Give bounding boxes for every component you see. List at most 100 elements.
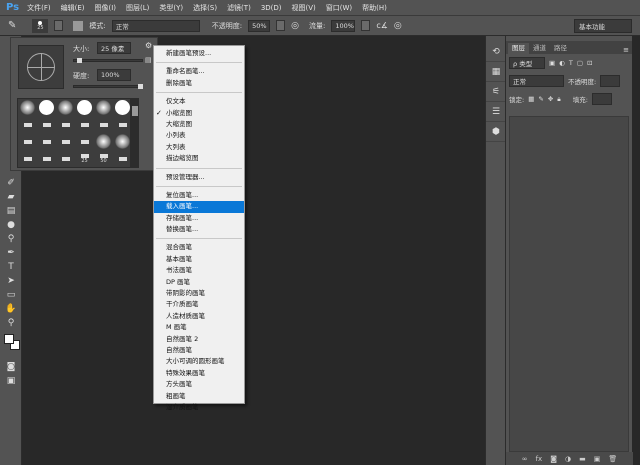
menu-item[interactable]: 大缩览图 — [154, 119, 244, 130]
brush-tip[interactable] — [37, 150, 56, 167]
trash-icon[interactable]: 🗑︎ — [608, 455, 617, 463]
brush-tip[interactable] — [75, 99, 94, 116]
filter-kind-select[interactable]: ρ 类型 — [509, 57, 545, 69]
brush-tip[interactable] — [56, 99, 75, 116]
brush-tip[interactable] — [113, 99, 132, 116]
brush-tip[interactable] — [37, 133, 56, 150]
brush-tip[interactable] — [56, 133, 75, 150]
menu-4[interactable]: 类型(Y) — [159, 3, 183, 13]
menu-9[interactable]: 窗口(W) — [326, 3, 352, 13]
menu-7[interactable]: 3D(D) — [261, 4, 282, 12]
pen-icon[interactable]: ✒ — [0, 246, 22, 260]
hardness-slider-thumb[interactable] — [138, 84, 143, 89]
menu-item[interactable]: 混合画笔 — [154, 242, 244, 253]
menu-item[interactable]: M 画笔 — [154, 322, 244, 333]
menu-10[interactable]: 帮助(H) — [362, 3, 387, 13]
brush-tip[interactable] — [94, 116, 113, 133]
brush-tip[interactable] — [75, 133, 94, 150]
brush-tip[interactable] — [18, 116, 37, 133]
opacity-dropdown[interactable] — [276, 20, 286, 31]
3d-panel-icon[interactable]: ⬢ — [486, 122, 506, 142]
brush-tip[interactable] — [18, 150, 37, 167]
panel-menu-icon[interactable]: ≡ — [623, 46, 629, 54]
airbrush-icon[interactable]: c∡ — [376, 21, 388, 30]
brush-tip[interactable] — [18, 133, 37, 150]
lock-all-icon[interactable]: 🔒︎ — [557, 95, 560, 104]
menu-item[interactable]: 基本画笔 — [154, 254, 244, 265]
history-panel-icon[interactable]: ⟲ — [486, 42, 506, 62]
new-layer-icon[interactable]: ▣ — [594, 455, 601, 463]
dodge-icon[interactable]: ⚲ — [0, 232, 22, 246]
menu-item[interactable]: 仅文本 — [154, 96, 244, 107]
gear-icon[interactable]: ⚙ — [145, 41, 152, 50]
size-slider[interactable] — [73, 58, 143, 63]
menu-item[interactable]: ✓ 小缩览图 — [154, 108, 244, 119]
menu-item[interactable]: 重命名画笔... — [154, 66, 244, 77]
brush-tip[interactable] — [37, 99, 56, 116]
path-selection-icon[interactable]: ➤ — [0, 274, 22, 288]
lock-transparent-icon[interactable]: ▦ — [528, 95, 534, 103]
adjustment-filter-icon[interactable]: ◐ — [559, 59, 565, 67]
menu-item[interactable]: DP 画笔 — [154, 277, 244, 288]
lock-position-icon[interactable]: ✥ — [548, 95, 553, 103]
menu-item[interactable]: 湿介质画笔 — [154, 402, 244, 413]
brush-tip[interactable] — [94, 99, 113, 116]
brush-tip[interactable] — [56, 150, 75, 167]
eraser-icon[interactable]: ▰ — [0, 190, 22, 204]
workspace-switcher[interactable]: 基本功能 — [574, 19, 632, 33]
brush-tip[interactable]: 25 — [75, 150, 94, 167]
menu-1[interactable]: 编辑(E) — [61, 3, 85, 13]
screen-mode-icon[interactable]: ▣ — [0, 374, 22, 388]
brush-preset-picker[interactable]: 25 — [32, 18, 49, 33]
flow-input[interactable]: 100% — [331, 19, 356, 32]
menu-item[interactable]: 存储画笔... — [154, 213, 244, 224]
menu-2[interactable]: 图像(I) — [95, 3, 117, 13]
menu-item[interactable]: 人造材质画笔 — [154, 311, 244, 322]
type-filter-icon[interactable]: T — [569, 59, 573, 67]
menu-item[interactable]: 方头画笔 — [154, 379, 244, 390]
pressure-size-icon[interactable]: ◎ — [394, 21, 402, 31]
menu-item[interactable]: 特殊效果画笔 — [154, 368, 244, 379]
new-preset-icon[interactable]: ▤ — [145, 56, 152, 64]
fill-input[interactable] — [591, 93, 612, 105]
quick-mask-icon[interactable]: ◙ — [0, 360, 22, 374]
pixel-filter-icon[interactable]: ▣ — [549, 59, 555, 67]
menu-item[interactable]: 自然画笔 — [154, 345, 244, 356]
shape-filter-icon[interactable]: ▢ — [577, 59, 583, 67]
pressure-opacity-icon[interactable]: ◎ — [291, 21, 299, 31]
menu-6[interactable]: 滤镜(T) — [227, 3, 251, 13]
menu-3[interactable]: 图层(L) — [126, 3, 149, 13]
history-brush-icon[interactable]: ✐ — [0, 176, 22, 190]
blend-mode-select[interactable]: 正常 — [509, 75, 564, 87]
brush-tip[interactable] — [113, 116, 132, 133]
adjustment-layer-icon[interactable]: ◑ — [565, 455, 571, 463]
opacity-input[interactable]: 50% — [248, 19, 271, 32]
menu-item[interactable]: 复位画笔... — [154, 190, 244, 201]
tab-channels[interactable]: 通道 — [529, 43, 550, 54]
brush-tip[interactable] — [113, 133, 132, 150]
brush-tip[interactable] — [113, 150, 132, 167]
menu-5[interactable]: 选择(S) — [193, 3, 217, 13]
menu-item[interactable]: 描边缩览图 — [154, 153, 244, 164]
size-slider-thumb[interactable] — [77, 58, 83, 63]
brush-tool-icon[interactable]: ✎ — [8, 20, 16, 31]
brush-tip[interactable] — [37, 116, 56, 133]
brush-tip[interactable]: 50 — [94, 150, 113, 167]
menu-8[interactable]: 视图(V) — [292, 3, 316, 13]
hardness-slider[interactable] — [73, 84, 143, 89]
menu-item[interactable]: 大小可调的圆形画笔 — [154, 356, 244, 367]
menu-item[interactable]: 载入画笔... — [154, 201, 244, 213]
brush-preset-dropdown[interactable] — [54, 20, 64, 31]
type-icon[interactable]: T — [0, 260, 22, 274]
hand-icon[interactable]: ✋ — [0, 302, 22, 316]
brush-grid-scrollbar[interactable] — [131, 98, 139, 168]
tab-layers[interactable]: 图层 — [508, 43, 529, 54]
menu-0[interactable]: 文件(F) — [27, 3, 51, 13]
menu-item[interactable]: 大列表 — [154, 142, 244, 153]
menu-item[interactable]: 干介质画笔 — [154, 299, 244, 310]
brush-tip-preview[interactable] — [18, 45, 64, 89]
smart-object-filter-icon[interactable]: ⊡ — [587, 59, 592, 67]
hardness-input[interactable]: 100% — [97, 69, 131, 81]
menu-item[interactable]: 粗画笔 — [154, 391, 244, 402]
fx-icon[interactable]: fx — [536, 455, 543, 463]
